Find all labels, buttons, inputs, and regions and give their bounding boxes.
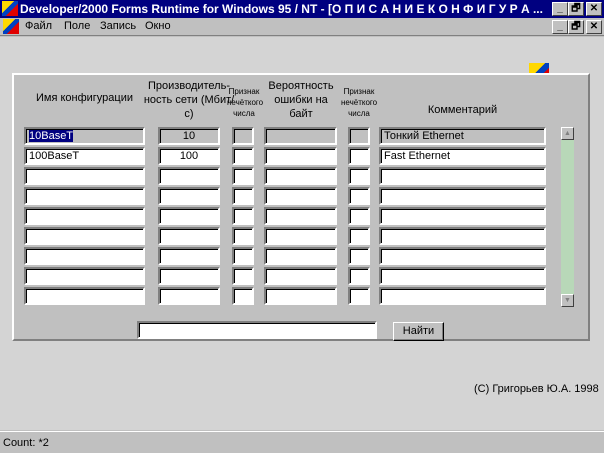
field-comment[interactable]	[379, 287, 546, 305]
field-name[interactable]	[24, 247, 145, 265]
field-comment[interactable]	[379, 187, 546, 205]
field-comment[interactable]: Тонкий Ethernet	[379, 127, 546, 145]
field-perf[interactable]: 10	[158, 127, 220, 145]
header-flag1: Признак нечёткого числа	[227, 87, 264, 118]
field-prob[interactable]	[264, 287, 337, 305]
window-title: Developer/2000 Forms Runtime for Windows…	[20, 2, 543, 16]
field-flag2[interactable]	[348, 227, 370, 245]
doc-restore-button[interactable]: 🗗	[568, 20, 584, 34]
field-prob[interactable]	[264, 227, 337, 245]
field-flag2[interactable]	[348, 167, 370, 185]
field-perf[interactable]	[158, 287, 220, 305]
field-comment[interactable]	[379, 167, 546, 185]
title-bar: Developer/2000 Forms Runtime for Windows…	[0, 0, 604, 18]
field-prob[interactable]	[264, 147, 337, 165]
field-flag2[interactable]	[348, 247, 370, 265]
copyright: (С) Григорьев Ю.А. 1998	[474, 383, 599, 395]
field-name[interactable]	[24, 167, 145, 185]
field-flag1[interactable]	[232, 267, 254, 285]
field-name[interactable]	[24, 187, 145, 205]
field-flag1[interactable]	[232, 247, 254, 265]
field-perf[interactable]	[158, 267, 220, 285]
app-icon	[2, 1, 18, 16]
menu-file[interactable]: Файл	[25, 20, 52, 32]
field-name[interactable]	[24, 227, 145, 245]
field-perf[interactable]: 100	[158, 147, 220, 165]
field-name[interactable]	[24, 287, 145, 305]
field-flag2[interactable]	[348, 147, 370, 165]
header-comment: Комментарий	[427, 104, 498, 116]
field-prob[interactable]	[264, 267, 337, 285]
field-flag1[interactable]	[232, 127, 254, 145]
doc-minimize-button[interactable]: _	[552, 20, 568, 34]
selected-text: 10BaseT	[29, 130, 74, 142]
field-perf[interactable]	[158, 247, 220, 265]
field-flag1[interactable]	[232, 187, 254, 205]
record-scrollbar[interactable]: ▲ ▼	[561, 127, 574, 307]
field-perf[interactable]	[158, 167, 220, 185]
field-comment[interactable]	[379, 227, 546, 245]
field-name[interactable]: 100BaseT	[24, 147, 145, 165]
field-comment[interactable]	[379, 247, 546, 265]
header-flag2: Признак нечёткого числа	[341, 87, 378, 118]
field-comment[interactable]	[379, 267, 546, 285]
document-icon[interactable]	[3, 19, 19, 34]
minimize-button[interactable]: _	[552, 2, 568, 16]
header-prob: Вероятность ошибки на байт	[268, 80, 334, 120]
scroll-up-icon[interactable]: ▲	[561, 127, 574, 140]
record-count: Count: *2	[3, 437, 49, 449]
field-perf[interactable]	[158, 227, 220, 245]
header-name: Имя конфигурации	[35, 92, 134, 104]
field-name[interactable]: 10BaseT	[24, 127, 145, 145]
field-flag2[interactable]	[348, 127, 370, 145]
menu-window[interactable]: Окно	[145, 20, 171, 32]
field-prob[interactable]	[264, 187, 337, 205]
menu-record[interactable]: Запись	[100, 20, 136, 32]
field-flag1[interactable]	[232, 167, 254, 185]
header-perf: Производитель-ность сети (Мбит/с)	[143, 80, 235, 120]
field-name[interactable]	[24, 267, 145, 285]
field-prob[interactable]	[264, 207, 337, 225]
field-flag2[interactable]	[348, 287, 370, 305]
field-flag1[interactable]	[232, 207, 254, 225]
field-flag1[interactable]	[232, 147, 254, 165]
field-flag1[interactable]	[232, 287, 254, 305]
field-prob[interactable]	[264, 127, 337, 145]
menu-bar: Файл Поле Запись Окно _ 🗗 ✕	[0, 18, 604, 36]
field-prob[interactable]	[264, 247, 337, 265]
find-button[interactable]: Найти	[393, 322, 444, 341]
status-bar: Count: *2	[0, 431, 604, 453]
menu-field[interactable]: Поле	[64, 20, 90, 32]
scroll-down-icon[interactable]: ▼	[561, 294, 574, 307]
close-button[interactable]: ✕	[586, 2, 602, 16]
field-name[interactable]	[24, 207, 145, 225]
field-comment[interactable]	[379, 207, 546, 225]
field-perf[interactable]	[158, 187, 220, 205]
restore-button[interactable]: 🗗	[568, 2, 584, 16]
field-perf[interactable]	[158, 207, 220, 225]
field-flag2[interactable]	[348, 267, 370, 285]
doc-close-button[interactable]: ✕	[586, 20, 602, 34]
field-flag1[interactable]	[232, 227, 254, 245]
field-flag2[interactable]	[348, 187, 370, 205]
field-prob[interactable]	[264, 167, 337, 185]
field-comment[interactable]: Fast Ethernet	[379, 147, 546, 165]
field-flag2[interactable]	[348, 207, 370, 225]
search-input[interactable]	[137, 321, 377, 339]
